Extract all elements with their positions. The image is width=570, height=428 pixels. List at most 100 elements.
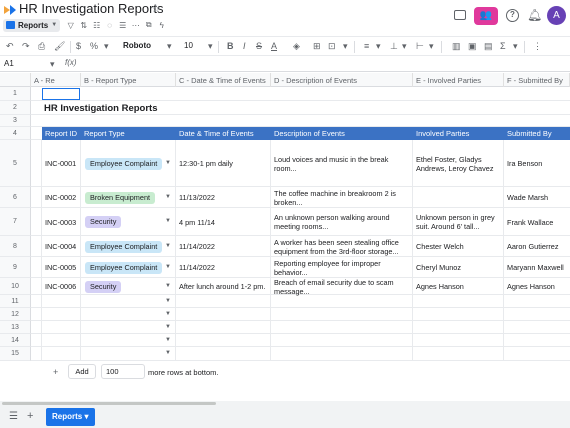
- notification-bell-icon[interactable]: 🔔︎: [527, 8, 542, 22]
- select-all-corner[interactable]: [0, 73, 31, 87]
- row-header[interactable]: 14: [0, 334, 31, 347]
- cell-description[interactable]: An unknown person walking around meeting…: [271, 213, 411, 231]
- column-header-f[interactable]: F - Submitted By: [504, 73, 570, 87]
- row-header[interactable]: 2: [0, 101, 31, 115]
- row-header[interactable]: 11: [0, 295, 31, 308]
- cell-involved-parties[interactable]: Unknown person in grey suit. Around 6' t…: [413, 213, 504, 231]
- column-header-d[interactable]: D - Description of Events: [271, 73, 413, 87]
- share-button[interactable]: 👥: [474, 7, 498, 25]
- print-icon[interactable]: ⎙: [38, 41, 45, 52]
- cell-ref-chevron-icon[interactable]: ▾: [50, 59, 55, 70]
- align-icon[interactable]: ≡: [364, 41, 369, 51]
- dropdown-chevron-icon[interactable]: ▼: [165, 298, 171, 304]
- cell-description[interactable]: Loud voices and music in the break room.…: [271, 155, 411, 173]
- cell-submitted-by[interactable]: Frank Wallace: [504, 218, 570, 227]
- copy-icon[interactable]: ⧉: [142, 20, 155, 30]
- function-icon[interactable]: Σ: [500, 41, 506, 51]
- cell-submitted-by[interactable]: Ira Benson: [504, 159, 570, 168]
- column-header-a[interactable]: A - Re: [31, 73, 81, 87]
- chart-icon[interactable]: ▥: [452, 41, 461, 52]
- help-icon[interactable]: ?: [506, 9, 519, 22]
- table-header-parties[interactable]: Involved Parties: [413, 127, 504, 140]
- scrollbar-thumb[interactable]: [2, 402, 216, 405]
- row-header[interactable]: 10: [0, 278, 31, 295]
- dropdown-chevron-icon[interactable]: ▼: [165, 264, 171, 270]
- row-header[interactable]: 12: [0, 308, 31, 321]
- cell-involved-parties[interactable]: Ethel Foster, Gladys Andrews, Leroy Chav…: [413, 155, 504, 173]
- row-height-icon[interactable]: ☰: [116, 21, 129, 30]
- row-header[interactable]: 15: [0, 347, 31, 361]
- paint-format-icon[interactable]: 🖌︎: [54, 41, 65, 52]
- view-selector[interactable]: Reports ▼: [3, 18, 61, 32]
- dropdown-chevron-icon[interactable]: ▼: [165, 324, 171, 330]
- cell-involved-parties[interactable]: Agnes Hanson: [413, 282, 504, 291]
- sort-icon[interactable]: ⇅: [77, 21, 90, 30]
- more-icon[interactable]: ⋯: [129, 21, 142, 30]
- bold-icon[interactable]: B: [227, 41, 234, 51]
- row-header[interactable]: 6: [0, 187, 31, 208]
- font-chevron-icon[interactable]: ▾: [167, 41, 172, 52]
- cell-date[interactable]: 11/14/2022: [176, 263, 271, 272]
- row-header[interactable]: 9: [0, 257, 31, 278]
- avatar[interactable]: A: [547, 6, 566, 25]
- cell-involved-parties[interactable]: Chester Welch: [413, 242, 504, 251]
- column-header-b[interactable]: B - Report Type: [81, 73, 176, 87]
- column-header-e[interactable]: E - Involved Parties: [413, 73, 504, 87]
- dropdown-chevron-icon[interactable]: ▼: [165, 350, 171, 356]
- strikethrough-icon[interactable]: S: [256, 41, 262, 51]
- app-logo-icon[interactable]: [3, 3, 17, 17]
- font-selector[interactable]: Roboto: [123, 41, 151, 50]
- merge-chevron-icon[interactable]: ▾: [343, 41, 348, 52]
- add-rows-plus-icon[interactable]: +: [53, 367, 58, 377]
- valign-icon[interactable]: ⊥: [390, 41, 398, 52]
- format-menu-icon[interactable]: ▾: [104, 41, 109, 52]
- dropdown-chevron-icon[interactable]: ▼: [165, 218, 171, 224]
- table-header-submitted-by[interactable]: Submitted By: [504, 127, 570, 140]
- row-header[interactable]: 7: [0, 208, 31, 236]
- cell-date[interactable]: After lunch around 1-2 pm.: [176, 282, 271, 291]
- row-header[interactable]: 13: [0, 321, 31, 334]
- cell-report-id[interactable]: INC-0006: [42, 282, 81, 291]
- report-type-badge[interactable]: Broken Equipment: [85, 191, 156, 204]
- wrap-chevron-icon[interactable]: ▾: [429, 41, 434, 52]
- sheet-tab-reports[interactable]: Reports ▾: [46, 408, 95, 426]
- dropdown-chevron-icon[interactable]: ▼: [165, 194, 171, 200]
- image-icon[interactable]: ▣: [468, 41, 477, 52]
- table-header-report-id[interactable]: Report ID: [42, 127, 81, 140]
- cell-date[interactable]: 12:30-1 pm daily: [176, 159, 271, 168]
- report-type-badge[interactable]: Employee Complaint: [85, 240, 163, 253]
- hide-icon[interactable]: ◌: [103, 21, 116, 30]
- row-header[interactable]: 3: [0, 115, 31, 127]
- italic-icon[interactable]: I: [243, 41, 246, 51]
- cell-description[interactable]: A worker has been seen stealing office e…: [271, 238, 411, 256]
- cell-submitted-by[interactable]: Agnes Hanson: [504, 282, 570, 291]
- font-size-selector[interactable]: 10: [184, 41, 193, 50]
- row-header[interactable]: 8: [0, 236, 31, 257]
- cell-date[interactable]: 11/13/2022: [176, 193, 271, 202]
- report-type-badge[interactable]: Employee Complaint: [85, 157, 163, 170]
- cell-description[interactable]: Reporting employee for improper behavior…: [271, 259, 411, 277]
- wrap-icon[interactable]: ⊢: [416, 41, 424, 52]
- currency-icon[interactable]: $: [76, 41, 81, 51]
- cell-report-id[interactable]: INC-0002: [42, 193, 81, 202]
- cell-date[interactable]: 11/14/2022: [176, 242, 271, 251]
- table-header-report-type[interactable]: Report Type: [81, 127, 176, 140]
- selected-cell[interactable]: [42, 88, 80, 100]
- document-title[interactable]: HR Investigation Reports: [19, 1, 164, 16]
- cell-description[interactable]: Breach of email security due to scam mes…: [271, 278, 411, 296]
- table-header-date[interactable]: Date & Time of Events: [176, 127, 271, 140]
- row-header[interactable]: 4: [0, 127, 31, 140]
- column-header-c[interactable]: C - Date & Time of Events: [176, 73, 271, 87]
- fill-color-icon[interactable]: ◈: [293, 41, 300, 52]
- automation-icon[interactable]: ϟ: [155, 21, 168, 30]
- cell-submitted-by[interactable]: Wade Marsh: [504, 193, 570, 202]
- row-header[interactable]: 5: [0, 140, 31, 187]
- function-chevron-icon[interactable]: ▾: [513, 41, 518, 52]
- dropdown-chevron-icon[interactable]: ▼: [165, 160, 171, 166]
- row-header[interactable]: 1: [0, 87, 31, 101]
- cell-reference[interactable]: A1: [4, 59, 14, 68]
- dropdown-chevron-icon[interactable]: ▼: [165, 243, 171, 249]
- text-color-icon[interactable]: A: [271, 41, 277, 51]
- dropdown-chevron-icon[interactable]: ▼: [165, 283, 171, 289]
- add-sheet-icon[interactable]: +: [27, 410, 33, 422]
